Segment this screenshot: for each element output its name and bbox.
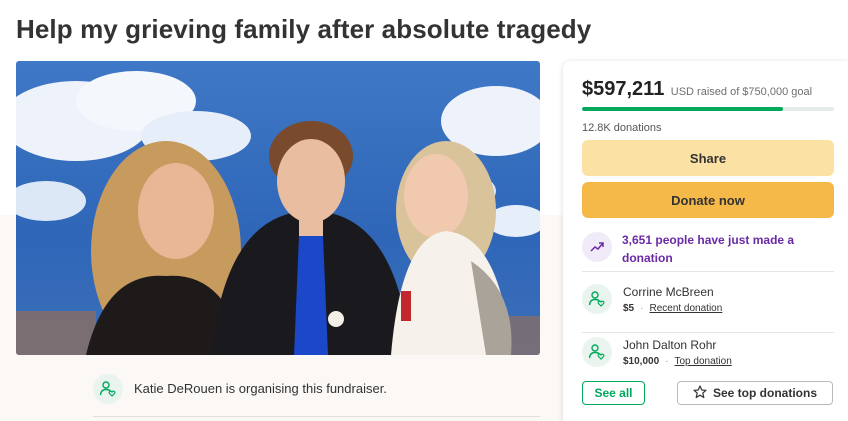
raised-goal: USD raised of $750,000 goal xyxy=(670,86,813,98)
donor-row: Corrine McBreen $5 · Recent donation xyxy=(582,278,834,333)
top-donation-link[interactable]: Top donation xyxy=(675,356,732,367)
person-heart-icon xyxy=(582,284,612,314)
fundraiser-photo xyxy=(16,61,540,355)
separator-dot: · xyxy=(640,303,644,314)
separator-dot: · xyxy=(665,356,669,367)
trend-text: 3,651 people have just made a donation xyxy=(622,233,795,265)
donor-name: John Dalton Rohr xyxy=(623,338,717,352)
donations-count: 12.8K donations xyxy=(582,122,662,134)
raised-amount: $597,211 xyxy=(582,78,665,100)
donor-meta: $5 · Recent donation xyxy=(623,303,722,314)
organiser-text: Katie DeRouen is organising this fundrai… xyxy=(134,381,387,396)
donor-amount: $10,000 xyxy=(623,356,660,367)
see-top-donations-button[interactable]: See top donations xyxy=(677,381,833,405)
donor-meta: $10,000 · Top donation xyxy=(623,356,732,367)
donate-now-button[interactable]: Donate now xyxy=(582,182,834,218)
share-button[interactable]: Share xyxy=(582,140,834,176)
progress-bar xyxy=(582,107,834,111)
raised-summary: $597,211 USD raised of $750,000 goal xyxy=(582,78,812,101)
page-title: Help my grieving family after absolute t… xyxy=(16,14,592,44)
trending-up-icon xyxy=(582,232,612,262)
see-all-button[interactable]: See all xyxy=(582,381,645,405)
recent-donation-link[interactable]: Recent donation xyxy=(649,303,722,314)
star-icon xyxy=(693,384,707,402)
see-top-donations-label: See top donations xyxy=(712,386,817,400)
person-heart-icon xyxy=(93,374,123,404)
organiser-row: Katie DeRouen is organising this fundrai… xyxy=(93,372,540,417)
donor-row: John Dalton Rohr $10,000 · Top donation xyxy=(582,331,834,385)
donation-trend: 3,651 people have just made a donation xyxy=(582,230,834,272)
donation-card: $597,211 USD raised of $750,000 goal 12.… xyxy=(563,61,848,421)
donor-amount: $5 xyxy=(623,303,635,314)
donor-name: Corrine McBreen xyxy=(623,285,714,299)
person-heart-icon xyxy=(582,337,612,367)
progress-fill xyxy=(582,107,783,111)
